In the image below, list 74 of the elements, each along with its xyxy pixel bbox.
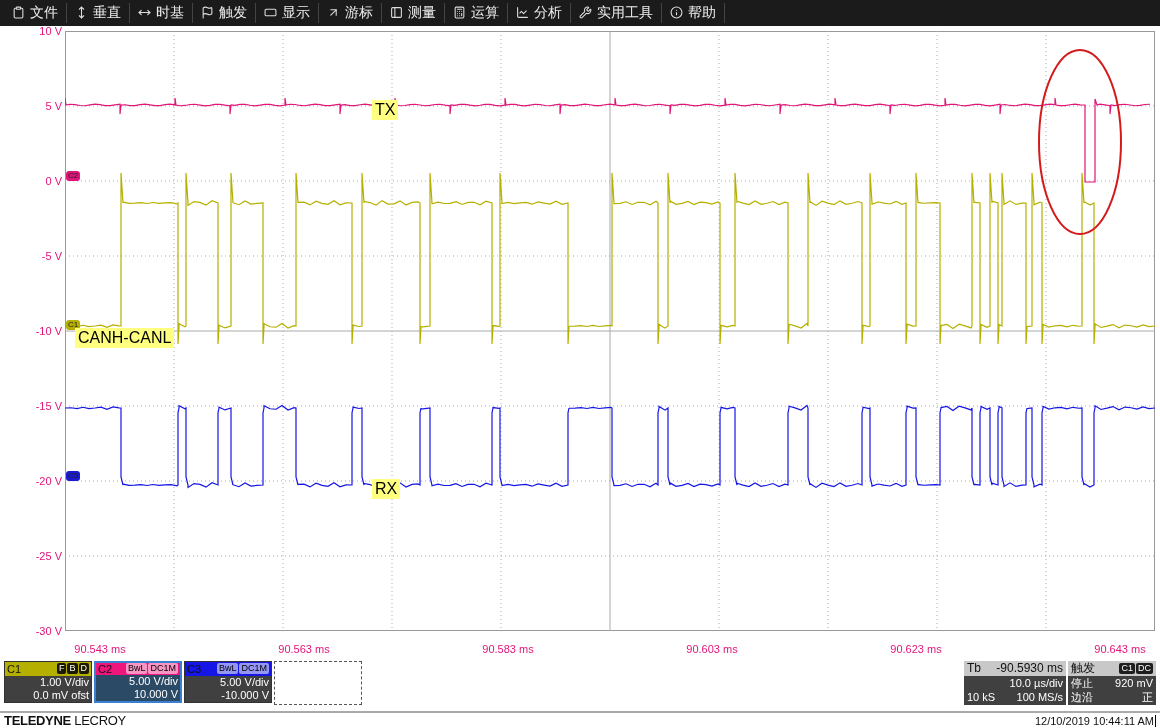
channel-setting: 5.00 V/div	[219, 675, 270, 689]
calculator-icon	[453, 6, 466, 20]
timebase-scale: 10.0 µs/div	[1009, 675, 1063, 690]
x-axis-label: 90.563 ms	[277, 642, 331, 655]
channel-tag: BwL	[125, 663, 148, 675]
x-axis-label: 90.643 ms	[1093, 642, 1147, 655]
channel-marker[interactable]: C2	[66, 170, 81, 181]
channel-setting: 0.0 mV ofst	[32, 688, 90, 702]
y-axis-label: -20 V	[35, 473, 62, 488]
channel-tag: DC1M	[148, 663, 178, 675]
trigger-tag: DC	[1136, 662, 1153, 674]
y-axis-label: -15 V	[35, 398, 62, 413]
trigger-label: 触发	[1071, 659, 1095, 677]
menu-item[interactable]: 实用工具	[571, 2, 662, 23]
brand-logo: TELEDYNE LECROY	[4, 713, 126, 728]
menu-item[interactable]: 分析	[508, 2, 571, 23]
trigger-slope: 正	[1142, 689, 1153, 704]
timebase-label: Tb	[967, 661, 981, 676]
clipboard-icon	[12, 6, 25, 20]
channel-setting: 10.000 V	[132, 687, 179, 701]
y-axis-label: -10 V	[35, 323, 62, 338]
sample-rate: 100 MS/s	[1016, 689, 1063, 704]
channel-name: C3	[187, 662, 202, 675]
menu-item[interactable]: 文件	[4, 2, 67, 23]
menu-item[interactable]: 触发	[193, 2, 256, 23]
channel-tag: D	[78, 663, 89, 675]
panel-icon	[390, 6, 403, 20]
y-axis-label: -30 V	[35, 623, 62, 638]
x-axis-label: 90.543 ms	[73, 642, 127, 655]
wrench-icon	[579, 6, 592, 20]
menu-item[interactable]: 测量	[382, 2, 445, 23]
empty-slot[interactable]	[274, 660, 362, 705]
channel-name: C2	[98, 662, 113, 675]
channel-panel[interactable]: C2 BwL DC1M 5.00 V/div 10.000 V	[94, 660, 182, 703]
trace-label: CANH-CANL	[75, 327, 175, 348]
channel-tag: DC1M	[239, 663, 269, 675]
menu-item[interactable]: 显示	[256, 2, 319, 23]
channel-marker[interactable]: C1	[66, 319, 81, 330]
info-icon	[670, 6, 683, 20]
y-axis-label: 5 V	[45, 98, 62, 113]
y-axis-label: 10 V	[39, 23, 62, 38]
trace-label: RX	[372, 478, 401, 499]
menu-item[interactable]: 运算	[445, 2, 508, 23]
y-axis-label: -5 V	[41, 248, 62, 263]
timebase-delay: -90.5930 ms	[996, 661, 1063, 676]
channel-tag: F	[57, 663, 67, 675]
channel-name: C1	[7, 662, 22, 675]
channel-setting: 5.00 V/div	[128, 674, 179, 688]
y-axis-label: 0 V	[45, 173, 62, 188]
trace-label: TX	[372, 99, 399, 120]
trigger-tag: C1	[1119, 662, 1135, 674]
channel-setting: 1.00 V/div	[39, 675, 90, 689]
timebase-panel[interactable]: Tb -90.5930 ms 10.0 µs/div 10 kS 100 MS/s	[964, 660, 1066, 705]
x-axis-label: 90.623 ms	[889, 642, 943, 655]
channel-panel[interactable]: C1 F B D 1.00 V/div 0.0 mV ofst	[4, 660, 92, 703]
channel-panel[interactable]: C3 BwL DC1M 5.00 V/div -10.000 V	[184, 660, 272, 703]
x-axis-label: 90.603 ms	[685, 642, 739, 655]
menu-item[interactable]: 垂直	[67, 2, 130, 23]
trigger-panel[interactable]: 触发 C1 DC 停止 920 mV 边沿 正	[1068, 660, 1156, 705]
x-axis-label: 90.583 ms	[481, 642, 535, 655]
date-time: 12/10/2019 10:44:11 AM	[1034, 714, 1156, 727]
menu-item[interactable]: 游标	[319, 2, 382, 23]
trigger-level: 920 mV	[1115, 675, 1153, 690]
menu-item[interactable]: 帮助	[662, 2, 725, 23]
sample-count: 10 kS	[967, 689, 996, 704]
channel-setting: -10.000 V	[220, 688, 270, 702]
flag-icon	[201, 6, 214, 20]
trigger-type: 边沿	[1071, 689, 1093, 704]
channel-tag: B	[67, 663, 78, 675]
channel-tag: BwL	[216, 663, 239, 675]
menu-item[interactable]: 时基	[130, 2, 193, 23]
chart-icon	[516, 6, 529, 20]
trigger-state: 停止	[1071, 675, 1093, 690]
y-axis-label: -25 V	[35, 548, 62, 563]
